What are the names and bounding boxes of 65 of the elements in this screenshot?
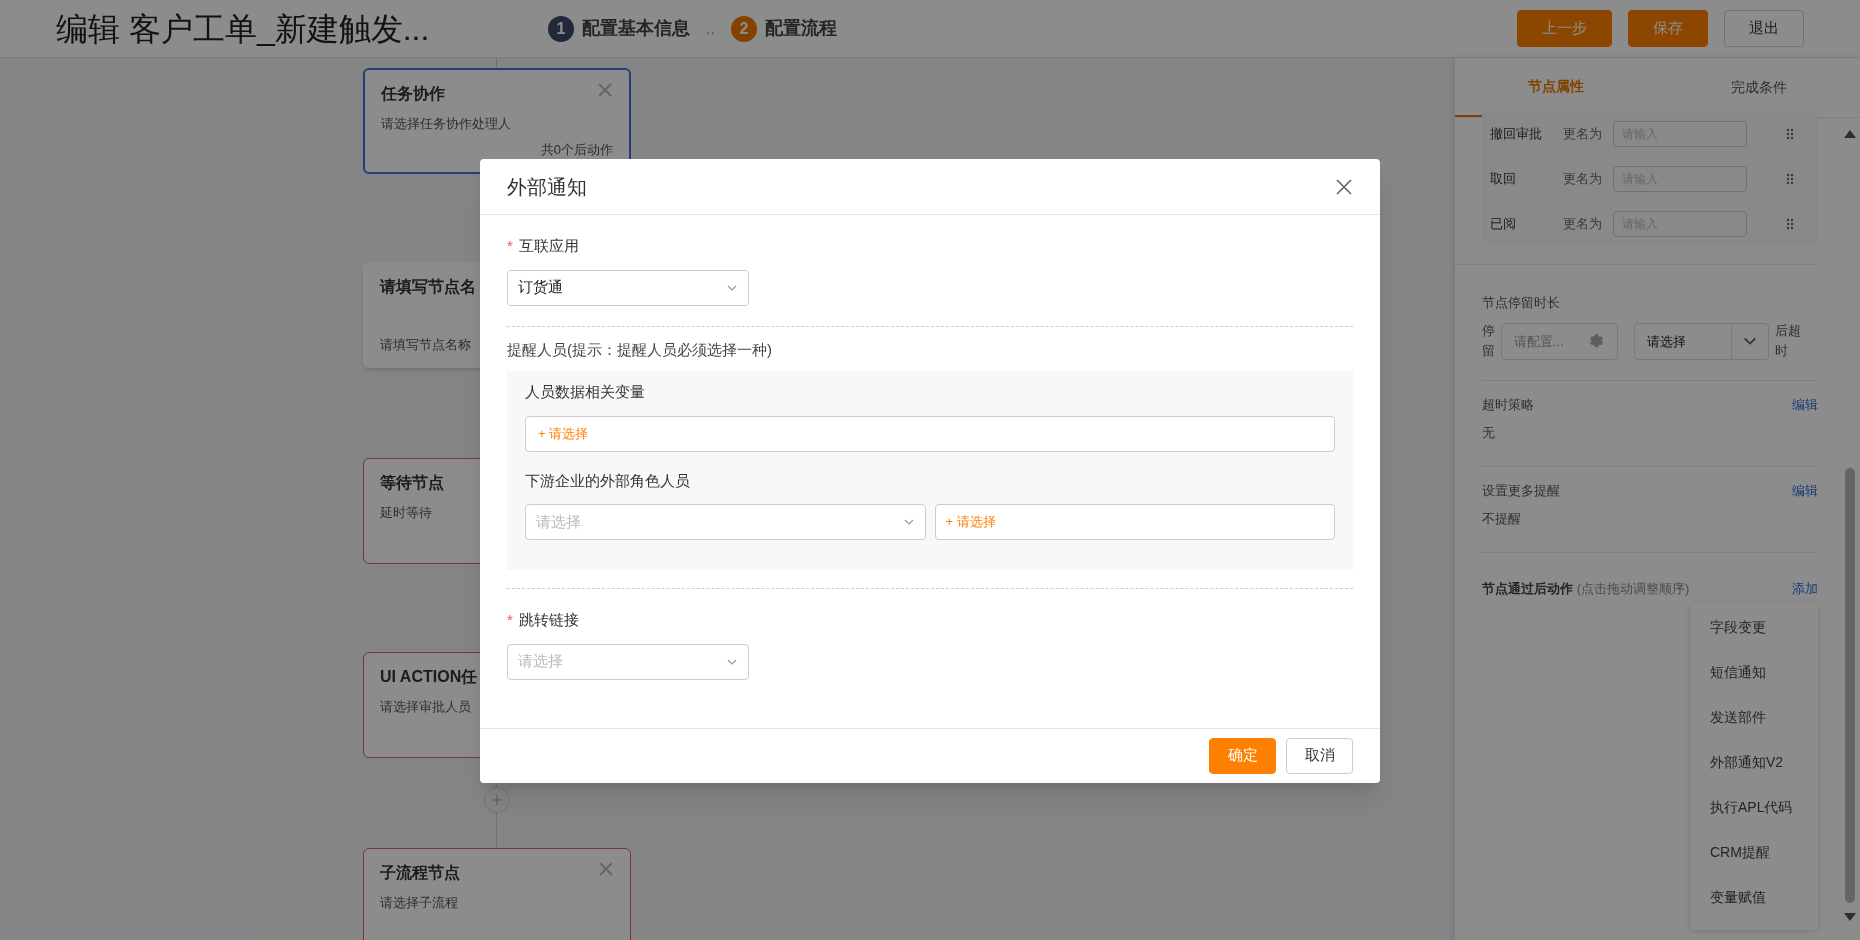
flow-node[interactable]: 任务协作 请选择任务协作处理人 共0个后动作 [363, 68, 631, 174]
node-footer: 共0个后动作 [540, 142, 613, 158]
add-node-button[interactable] [484, 787, 510, 813]
menu-item[interactable]: CRM提醒 [1690, 829, 1818, 875]
menu-item[interactable]: 变量赋值 [1690, 874, 1818, 920]
node-title: UI ACTION任 [380, 667, 478, 687]
required-mark: * [507, 610, 513, 630]
close-icon[interactable] [1335, 177, 1353, 196]
add-link[interactable]: 添加 [1792, 579, 1818, 599]
required-mark: * [507, 236, 513, 256]
section-title: 设置更多提醒 [1482, 482, 1560, 501]
rename-label: 更名为 [1563, 124, 1603, 143]
drag-handle-icon[interactable] [1786, 127, 1794, 140]
drag-handle-icon[interactable] [1786, 217, 1794, 230]
variable-picker[interactable]: + 请选择 [525, 415, 1335, 452]
role-picker[interactable]: + 请选择 [934, 504, 1335, 540]
section-value: 无 [1482, 423, 1496, 442]
section-title: 超时策略 [1482, 396, 1534, 415]
step-item[interactable]: 2 配置流程 [730, 15, 837, 42]
scroll-up-icon[interactable] [1844, 130, 1856, 138]
plus-icon [491, 794, 503, 806]
node-subtitle: 请填写节点名称 [380, 336, 471, 354]
menu-item[interactable]: 执行APL代码 [1690, 784, 1818, 830]
action-label: 取回 [1490, 169, 1517, 188]
dialog-button[interactable]: 确定 [1209, 737, 1276, 774]
menu-item[interactable]: 发送部件 [1690, 694, 1818, 740]
page-title: 编辑 客户工单_新建触发... [56, 9, 431, 49]
node-title: 请填写节点名 [380, 277, 476, 297]
stay-label: 停留 [1482, 321, 1495, 361]
node-title: 子流程节点 [380, 863, 460, 883]
field-label: 提醒人员(提示：提醒人员必须选择一种) [507, 339, 773, 360]
dialog-title: 外部通知 [507, 174, 587, 200]
node-title: 等待节点 [380, 473, 444, 493]
node-title: 任务协作 [381, 84, 445, 104]
scrollbar-thumb[interactable] [1845, 468, 1855, 903]
step-item[interactable]: 1 配置基本信息 [548, 15, 690, 42]
scroll-down-icon[interactable] [1844, 913, 1856, 921]
edit-link[interactable]: 编辑 [1792, 481, 1818, 501]
step-separator: .. [706, 18, 715, 39]
drag-handle-icon[interactable] [1786, 172, 1794, 185]
menu-item[interactable]: 字段变更 [1690, 604, 1818, 650]
dialog-button[interactable]: 取消 [1286, 737, 1353, 774]
action-label: 已阅 [1490, 214, 1517, 233]
field-label: 人员数据相关变量 [525, 382, 646, 402]
node-subtitle: 请选择任务协作处理人 [381, 115, 511, 133]
timeout-suffix: 后超时 [1775, 321, 1801, 361]
node-subtitle: 延时等待 [380, 504, 432, 522]
node-subtitle: 请选择子流程 [380, 894, 458, 912]
section-title: 节点停留时长 [1482, 294, 1561, 312]
menu-item[interactable]: 短信通知 [1690, 649, 1818, 695]
field-label: 互联应用 [518, 236, 579, 256]
action-label: 撤回审批 [1490, 124, 1543, 143]
app-select[interactable]: 订货通 [507, 269, 749, 306]
edit-link[interactable]: 编辑 [1792, 395, 1818, 415]
field-label: 跳转链接 [518, 610, 579, 630]
rename-label: 更名为 [1563, 214, 1603, 233]
flow-node[interactable]: 子流程节点 请选择子流程 [363, 848, 631, 940]
section-title: 节点通过后动作 (点击拖动调整顺序) [1482, 580, 1690, 599]
menu-item[interactable]: 外部通知V2 [1690, 739, 1818, 785]
duration-select[interactable]: 请选择 [1634, 322, 1769, 360]
section-value: 不提醒 [1482, 509, 1522, 528]
node-subtitle: 请选择审批人员 [380, 698, 471, 716]
header-button[interactable]: 退出 [1724, 10, 1804, 47]
field-label: 下游企业的外部角色人员 [525, 470, 691, 491]
rename-label: 更名为 [1563, 169, 1603, 188]
